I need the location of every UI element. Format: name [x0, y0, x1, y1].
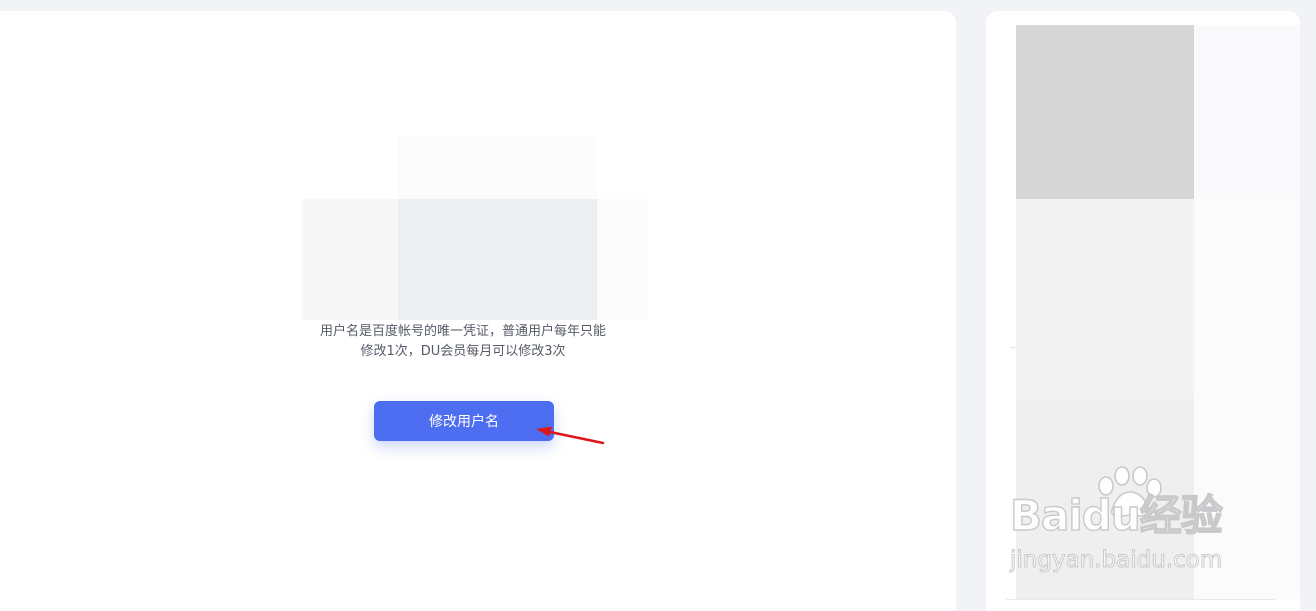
username-description: 用户名是百度帐号的唯一凭证，普通用户每年只能 修改1次，DU会员每月可以修改3次	[302, 322, 624, 362]
side-panel-block	[1194, 199, 1300, 399]
illustration-block	[302, 199, 398, 320]
side-panel-block	[1016, 199, 1194, 399]
description-line-2: 修改1次，DU会员每月可以修改3次	[360, 344, 566, 359]
illustration-block	[597, 199, 648, 320]
description-line-1: 用户名是百度帐号的唯一凭证，普通用户每年只能	[319, 324, 606, 339]
side-panel-block	[1016, 25, 1194, 199]
illustration-block	[398, 199, 597, 320]
side-divider	[1006, 599, 1276, 600]
side-panel-block	[1194, 399, 1300, 599]
side-panel	[986, 11, 1300, 611]
side-panel-block	[1194, 25, 1300, 199]
red-arrow-icon	[536, 426, 605, 445]
illustration-block	[398, 136, 597, 199]
side-panel-block	[1016, 399, 1194, 599]
side-divider	[1010, 347, 1016, 348]
username-illustration	[302, 136, 648, 320]
